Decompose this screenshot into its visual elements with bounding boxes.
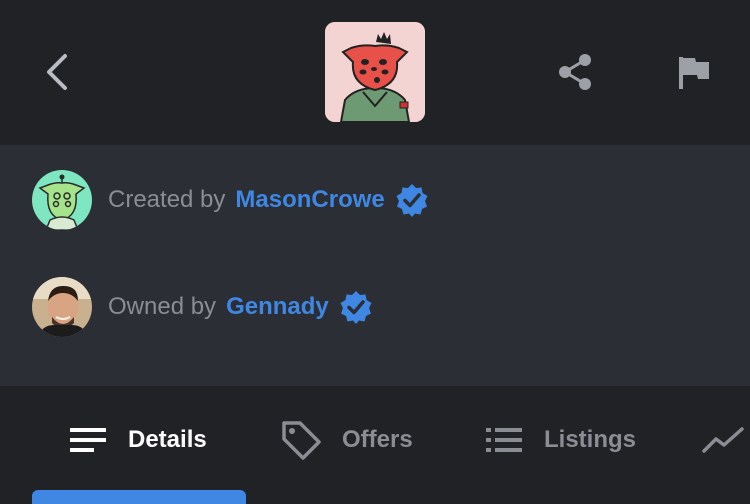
verified-badge-icon <box>340 291 372 324</box>
back-button[interactable] <box>38 50 78 94</box>
active-tab-indicator <box>32 490 246 504</box>
tab-listings[interactable]: Listings <box>484 408 636 472</box>
report-button[interactable] <box>676 54 712 92</box>
creator-avatar[interactable] <box>32 170 92 230</box>
chevron-left-icon <box>47 54 67 90</box>
share-button[interactable] <box>556 52 596 92</box>
owned-by-label: Owned by <box>108 293 217 320</box>
tab-listings-label: Listings <box>544 426 637 453</box>
share-icon <box>559 54 591 90</box>
tab-offers-label: Offers <box>342 426 413 453</box>
tab-activity[interactable] <box>702 408 750 472</box>
flag-icon <box>679 57 709 89</box>
verified-badge-icon <box>396 184 428 217</box>
creator-name-link[interactable]: MasonCrowe <box>235 186 384 214</box>
creator-text: Created by MasonCrowe <box>108 183 429 217</box>
owner-avatar[interactable] <box>32 277 92 337</box>
owner-row[interactable]: Owned by Gennady <box>32 276 373 338</box>
activity-chart-icon <box>702 427 744 453</box>
tab-offers[interactable]: Offers <box>280 408 413 472</box>
top-bar <box>0 0 750 145</box>
nft-artwork-image <box>325 22 425 122</box>
ownership-panel: Created by MasonCrowe Owned by Gennady <box>0 145 750 386</box>
nft-thumbnail[interactable] <box>325 22 425 122</box>
tab-details[interactable]: Details <box>68 408 207 472</box>
creator-avatar-image <box>32 170 92 230</box>
owner-text: Owned by Gennady <box>108 290 373 324</box>
creator-row[interactable]: Created by MasonCrowe <box>32 169 429 231</box>
details-lines-icon <box>70 428 106 452</box>
list-icon <box>486 428 522 452</box>
tab-details-label: Details <box>128 426 207 453</box>
tag-icon <box>282 421 321 460</box>
tab-bar: Details Offers Listings <box>0 386 750 504</box>
owner-name-link[interactable]: Gennady <box>226 293 329 321</box>
created-by-label: Created by <box>108 186 226 213</box>
owner-avatar-image <box>32 277 92 337</box>
